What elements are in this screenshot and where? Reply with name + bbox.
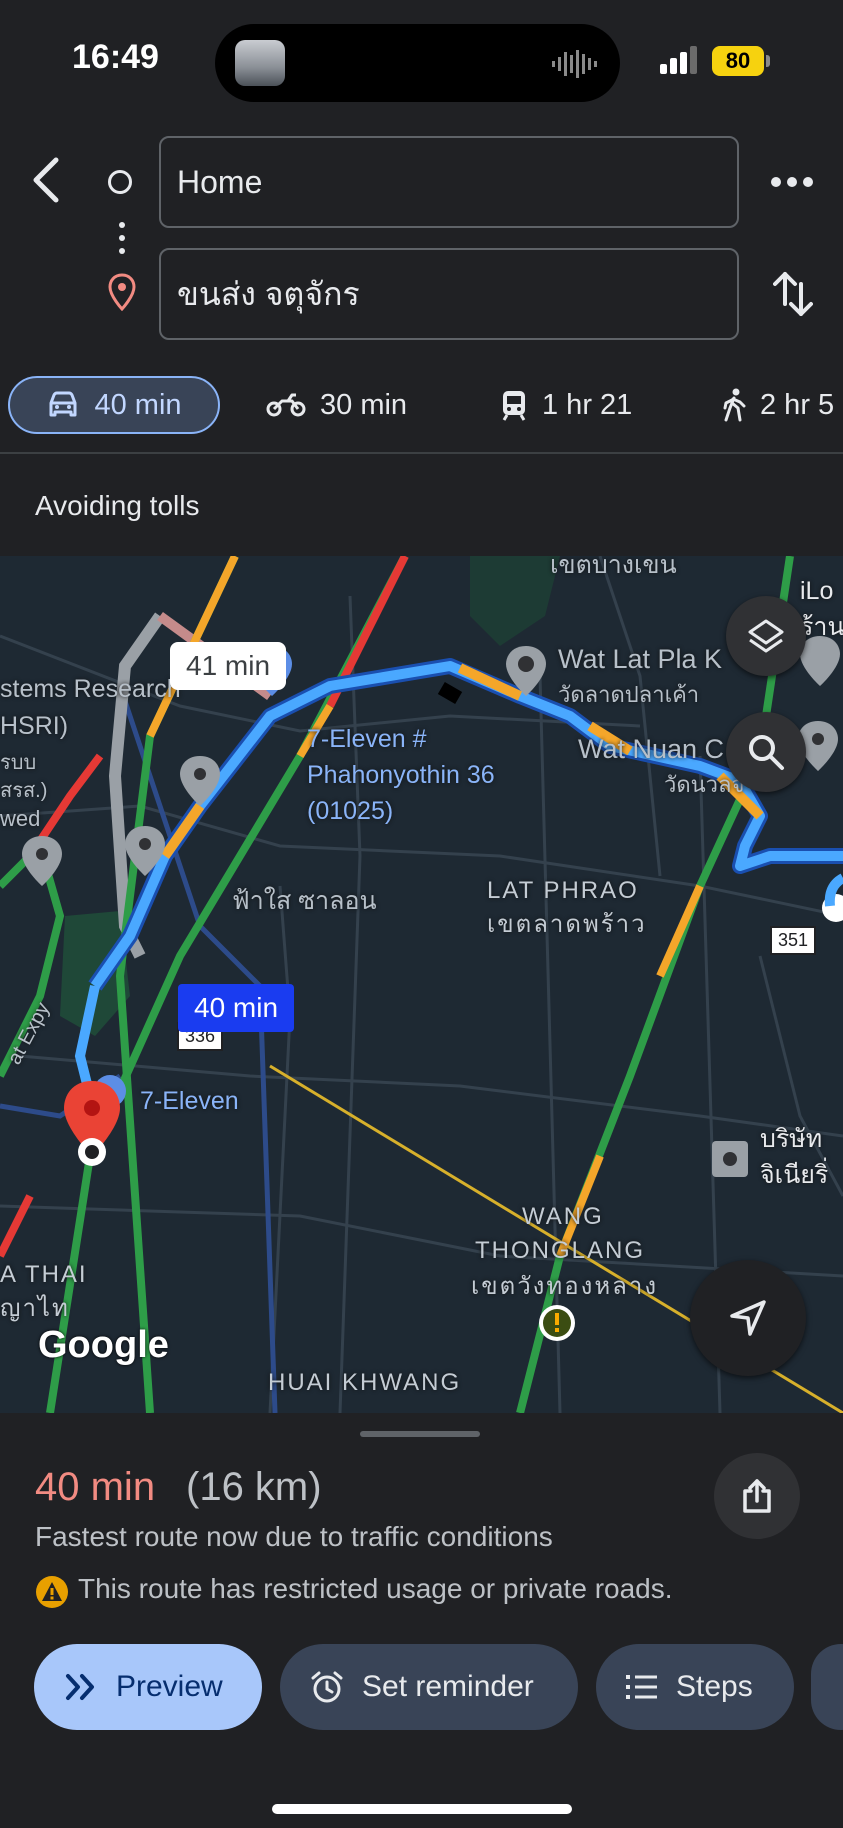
map-poi-label: 7-Eleven [140,1087,239,1115]
map-place-label: รบบ [0,752,37,774]
map-poi-label: Phahonyothin 36 [307,761,495,789]
search-along-route-button[interactable] [726,712,806,792]
map-place-label: ร้าน [800,613,843,641]
map-place-label: เขตบางเขน [550,556,677,579]
mode-drive-label: 40 min [94,388,182,421]
map-place-label: สรส.) [0,780,48,802]
mode-tab-walk[interactable]: 2 hr 5 [722,376,834,434]
google-logo: Google [38,1324,169,1366]
layers-icon [748,619,784,653]
selected-route-time-bubble[interactable]: 40 min [178,984,295,1032]
mode-tab-motorcycle[interactable]: 30 min [266,376,407,434]
alternate-route-time-bubble[interactable]: 41 min [170,642,287,690]
map-district-label: THONGLANG [475,1237,646,1264]
map-place-label: Wat Nuan C [578,734,725,764]
preview-button[interactable]: Preview [34,1644,262,1730]
car-icon [49,391,77,417]
search-icon [749,735,784,770]
map-district-label: LAT PHRAO [487,877,639,904]
route-shield-351: 351 [770,926,817,955]
preview-label: Preview [116,1670,223,1703]
swap-icon[interactable] [773,270,813,318]
map-place-label: iLo [800,577,834,605]
set-reminder-button[interactable]: Set reminder [280,1644,578,1730]
home-indicator [272,1804,572,1814]
mode-transit-label: 1 hr 21 [542,388,633,421]
map-district-label: เขตวังทองหลาง [471,1273,659,1300]
recenter-button[interactable] [690,1260,806,1376]
map-place-label: วัดลาดปลาเค้า [558,682,700,707]
share-button[interactable] [714,1453,800,1539]
map-district-label: HUAI KHWANG [268,1369,462,1396]
map-place-label: ฟ้าใส ซาลอน [232,887,377,915]
list-icon [626,1675,657,1699]
steps-label: Steps [676,1670,753,1703]
steps-button[interactable]: Steps [596,1644,794,1730]
navigation-arrow-icon [730,1300,766,1336]
map-view[interactable]: stems Research HSRI) รบบ สรส.) wed เขตบา… [0,556,843,1413]
double-chevron-icon [66,1674,94,1700]
restriction-warning-text: This route has restricted usage or priva… [78,1573,673,1604]
route-distance: (16 km) [186,1465,322,1509]
train-icon [502,391,526,421]
mode-motorcycle-label: 30 min [320,388,408,421]
drag-handle[interactable] [360,1431,480,1437]
route-options-label[interactable]: Avoiding tolls [35,490,199,522]
map-place-label: จิเนียริ่ [760,1161,829,1189]
mode-walk-label: 2 hr 5 [760,388,835,421]
destination-input[interactable]: ขนส่ง จตุจักร [159,248,739,340]
route-description: Fastest route now due to traffic conditi… [35,1521,553,1552]
warning-icon [36,1576,68,1608]
map-district-label: WANG [522,1203,604,1230]
map-place-label: Wat Lat Pla K [558,644,723,674]
layers-button[interactable] [726,596,806,676]
map-district-label: ญาไท [0,1295,70,1322]
more-actions-chip[interactable] [811,1644,843,1730]
status-time: 16:49 [72,38,159,76]
route-connector-dots-icon [119,222,125,254]
route-eta: 40 min [35,1465,156,1509]
map-poi-label: 7-Eleven # [307,725,427,753]
share-icon [743,1479,771,1513]
map-district-label: เขตลาดพร้าว [487,911,647,938]
origin-input[interactable]: Home [159,136,739,228]
map-place-label: HSRI) [0,712,69,740]
set-reminder-label: Set reminder [362,1670,534,1703]
mode-tab-drive[interactable]: 40 min [8,376,220,434]
map-poi-label: (01025) [307,797,394,825]
map-place-label: บริษัท [760,1125,823,1153]
alarm-clock-icon [311,1671,343,1703]
cell-signal-icon [660,46,697,74]
route-details-sheet: 40 min (16 km) Fastest route now due to … [0,1413,843,1828]
motorcycle-icon [266,393,306,417]
back-button[interactable] [26,152,66,208]
now-playing-artwork [235,40,285,86]
audio-wave-icon [552,50,597,78]
battery-level: 80 [712,46,764,76]
map-district-label: A THAI [0,1261,88,1288]
mode-tab-transit[interactable]: 1 hr 21 [500,376,632,434]
map-place-label: stems Research [0,675,181,703]
battery-tip [766,55,770,67]
walk-icon [723,388,746,422]
header-divider [0,452,843,454]
destination-pin-icon [108,273,136,311]
origin-circle-icon [108,170,132,194]
dynamic-island[interactable] [215,24,620,102]
map-place-label: wed [0,806,41,831]
more-options-icon[interactable] [770,168,814,196]
